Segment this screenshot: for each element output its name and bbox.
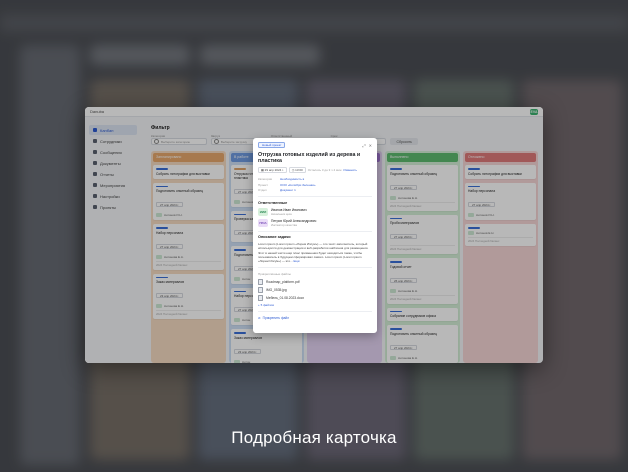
file-name: IMG_0535.jpg — [266, 287, 287, 292]
responsible-title: Ответственные — [258, 200, 288, 205]
files-label: Прикреплённые файлы — [258, 271, 291, 276]
field-value[interactable]: ООО «Колибри Зеленая» — [280, 183, 372, 187]
task-title: Отгрузка готовых изделий из дерева и пла… — [258, 152, 361, 164]
remaining-time: Осталось 3 дн 3 ч 4 мин — [307, 168, 342, 172]
person-row[interactable]: ИИИ Иванов Иван Иванович Начальник цеха — [258, 207, 372, 216]
more-link[interactable]: Ещё — [294, 259, 300, 263]
description-body: Lorem ipsum (Lorem ipsum «Лорем Ипсум») … — [258, 242, 369, 263]
close-icon[interactable]: ✕ — [369, 143, 372, 148]
attach-file-button[interactable]: ⊘ Прикрепить файл — [258, 316, 372, 320]
file-icon — [258, 294, 263, 301]
task-detail-modal: Новый проект ⤢ ✕ Отгрузка готовых издели… — [253, 138, 377, 333]
task-deadline: ▦ 29 апр 2024 г. ◷ 13:00 Осталось 3 дн 3… — [258, 167, 372, 173]
field-label: Проект — [258, 182, 268, 187]
time-chip[interactable]: ◷ 13:00 — [288, 167, 306, 173]
file-name: Roadmap_platform.pdf — [266, 279, 300, 284]
person-info: Иванов Иван Иванович Начальник цеха — [271, 208, 307, 216]
file-list: Roadmap_platform.pdf IMG_0535.jpg Мебель_0… — [258, 278, 372, 302]
person-role: Инспектор качества — [271, 222, 297, 227]
field-label: Категория — [258, 177, 273, 181]
file-item[interactable]: Мебель_01.08.2023.docx — [258, 294, 372, 302]
field-value[interactable]: Документ 1 — [280, 188, 372, 192]
person-row[interactable]: ПЮА Петров Юрий Александрович Инспектор ка… — [258, 218, 372, 227]
caption: Подробная карточка — [231, 428, 397, 447]
date-value: 29 апр 2024 г. — [264, 168, 284, 172]
avatar: ИИИ — [258, 207, 268, 216]
file-icon — [258, 278, 263, 285]
change-link[interactable]: Изменить — [343, 168, 357, 172]
time-value: 13:00 — [295, 168, 303, 172]
description-title: Описание задачи — [258, 235, 291, 240]
field-value[interactable]: Необходимость в — [280, 177, 372, 181]
task-fields: Категория Необходимость в Проект ООО «Колиб… — [258, 177, 372, 192]
expand-icon[interactable]: ⤢ — [362, 143, 365, 148]
field-label: Отдел — [258, 188, 267, 192]
attach-file-label: Прикрепить файл — [262, 316, 290, 321]
app-screenshot: Danuba EVA Канбан Сотрудники Сообщения Доку… — [85, 107, 543, 363]
file-item[interactable]: IMG_0535.jpg — [258, 286, 372, 294]
person-info: Петров Юрий Александрович Инспектор качес… — [271, 219, 316, 227]
date-chip[interactable]: ▦ 29 апр 2024 г. — [258, 167, 287, 173]
person-name: Петров Юрий Александрович — [271, 218, 317, 223]
responsible-list: ИИИ Иванов Иван Иванович Начальник цеха ПЮА… — [258, 207, 372, 227]
person-role: Начальник цеха — [271, 211, 292, 216]
avatar: ПЮА — [258, 218, 268, 227]
file-name: Мебель_01.08.2023.docx — [266, 295, 305, 300]
person-name: Иванов Иван Иванович — [271, 207, 307, 212]
description-text: Lorem ipsum (Lorem ipsum «Лорем Ипсум») … — [258, 242, 372, 263]
status-select[interactable]: Новый проект — [258, 142, 286, 148]
more-files-link[interactable]: + 5 файлов — [258, 303, 372, 307]
file-item[interactable]: Roadmap_platform.pdf — [258, 278, 372, 286]
paperclip-icon: ⊘ — [258, 316, 261, 321]
file-icon — [258, 286, 263, 293]
